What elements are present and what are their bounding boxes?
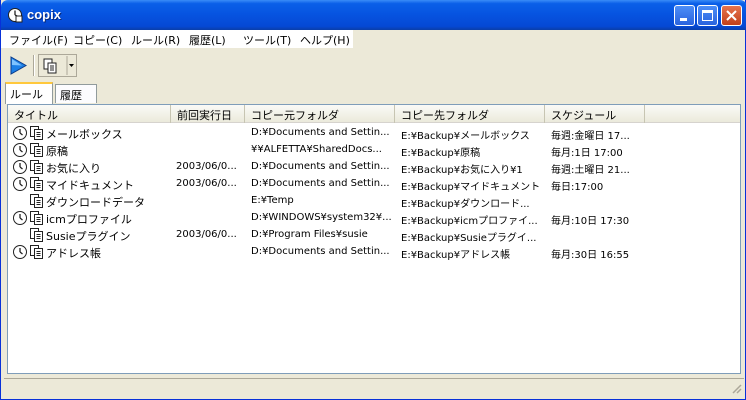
status-bar bbox=[4, 378, 744, 396]
menu-file[interactable]: ファイル(F) bbox=[9, 32, 68, 48]
maximize-button[interactable] bbox=[697, 5, 718, 26]
close-button[interactable] bbox=[721, 5, 742, 26]
column-header-schedule[interactable]: スケジュール bbox=[545, 105, 645, 123]
app-window: copix ファイル(F) コピー(C) ルール(R) 履歴(L) ツール(T)… bbox=[0, 0, 746, 400]
cell-dest: E:¥Backup¥icmプロファイ... bbox=[401, 216, 538, 227]
clock-icon bbox=[13, 245, 27, 259]
column-header-dest[interactable]: コピー先フォルダ bbox=[395, 105, 545, 123]
menu-help[interactable]: ヘルプ(H) bbox=[300, 32, 350, 48]
maximize-icon bbox=[702, 10, 713, 21]
table-row[interactable]: マイドキュメント 2003/06/0... D:¥Documents and Set… bbox=[8, 175, 740, 193]
toolbar-separator bbox=[33, 55, 35, 76]
cell-title: icmプロファイル bbox=[46, 213, 132, 226]
play-icon bbox=[10, 56, 28, 75]
dropdown-arrow-icon bbox=[69, 64, 74, 67]
cell-source: D:¥Documents and Settin... bbox=[251, 127, 390, 138]
table-row[interactable]: ダウンロードデータ E:¥Temp E:¥Backup¥ダウンロード... bbox=[8, 192, 740, 210]
cell-schedule: 毎月:1日 17:00 bbox=[551, 148, 623, 159]
rule-document-icon bbox=[30, 228, 43, 242]
menu-copy[interactable]: コピー(C) bbox=[73, 32, 122, 48]
cell-last-run: 2003/06/0... bbox=[176, 178, 237, 189]
cell-source: D:¥Documents and Settin... bbox=[251, 161, 390, 172]
title-bar[interactable]: copix bbox=[1, 0, 746, 30]
cell-schedule: 毎週:金曜日 17... bbox=[551, 131, 630, 142]
cell-title: ダウンロードデータ bbox=[46, 196, 145, 209]
rule-document-icon bbox=[30, 211, 43, 225]
cell-source: D:¥Program Files¥susie bbox=[251, 229, 368, 240]
table-row[interactable]: メールボックス D:¥Documents and Settin... E:¥Back… bbox=[8, 124, 740, 142]
minimize-button[interactable] bbox=[674, 5, 695, 26]
cell-dest: E:¥Backup¥ダウンロード... bbox=[401, 199, 530, 210]
cell-dest: E:¥Backup¥メールボックス bbox=[401, 131, 530, 142]
column-header-source[interactable]: コピー元フォルダ bbox=[245, 105, 395, 123]
cell-schedule: 毎週:土曜日 21... bbox=[551, 165, 630, 176]
clipboard-copy-icon bbox=[38, 54, 77, 77]
table-row[interactable]: icmプロファイル D:¥WINDOWS¥system32¥... E:¥Backu… bbox=[8, 209, 740, 227]
table-row[interactable]: Susieプラグイン 2003/06/0... D:¥Program Files¥s… bbox=[8, 226, 740, 244]
cell-source: D:¥Documents and Settin... bbox=[251, 178, 390, 189]
cell-title: お気に入り bbox=[46, 162, 101, 175]
cell-dest: E:¥Backup¥アドレス帳 bbox=[401, 250, 511, 261]
tab-history[interactable]: 履歴 bbox=[55, 84, 97, 103]
cell-title: Susieプラグイン bbox=[46, 230, 131, 243]
clock-icon bbox=[13, 126, 27, 140]
table-row[interactable]: 原稿 ¥¥ALFETTA¥SharedDocs... E:¥Backup¥原稿 毎月:… bbox=[8, 141, 740, 159]
menu-bar: ファイル(F) コピー(C) ルール(R) 履歴(L) ツール(T) ヘルプ(H… bbox=[1, 30, 353, 48]
cell-source: D:¥WINDOWS¥system32¥... bbox=[251, 212, 392, 223]
table-row[interactable]: お気に入り 2003/06/0... D:¥Documents and Settin… bbox=[8, 158, 740, 176]
rules-list[interactable]: タイトル 前回実行日 コピー元フォルダ コピー先フォルダ スケジュール メールボ… bbox=[7, 104, 741, 374]
cell-title: メールボックス bbox=[46, 128, 123, 141]
cell-last-run: 2003/06/0... bbox=[176, 161, 237, 172]
cell-dest: E:¥Backup¥マイドキュメント bbox=[401, 182, 541, 193]
list-header: タイトル 前回実行日 コピー元フォルダ コピー先フォルダ スケジュール bbox=[8, 105, 740, 123]
tab-rules[interactable]: ルール bbox=[5, 82, 53, 104]
cell-schedule: 毎月:10日 17:30 bbox=[551, 216, 630, 227]
rule-document-icon bbox=[30, 143, 43, 157]
clock-icon bbox=[13, 177, 27, 191]
menu-tools[interactable]: ツール(T) bbox=[243, 32, 291, 48]
minimize-icon bbox=[680, 18, 687, 21]
window-title: copix bbox=[27, 7, 61, 22]
column-header-title[interactable]: タイトル bbox=[8, 105, 171, 123]
clock-icon bbox=[13, 160, 27, 174]
table-row[interactable]: アドレス帳 D:¥Documents and Settin... E:¥Backup… bbox=[8, 243, 740, 261]
rule-document-icon bbox=[30, 194, 43, 208]
rule-document-icon bbox=[30, 160, 43, 174]
clock-icon bbox=[13, 143, 27, 157]
close-icon bbox=[726, 10, 737, 21]
copy-button[interactable] bbox=[38, 54, 78, 77]
resize-grip-icon[interactable] bbox=[730, 382, 742, 394]
rule-document-icon bbox=[30, 126, 43, 140]
cell-dest: E:¥Backup¥Susieプラグイ... bbox=[401, 233, 537, 244]
app-icon bbox=[8, 8, 23, 23]
cell-source: D:¥Documents and Settin... bbox=[251, 246, 390, 257]
cell-title: アドレス帳 bbox=[46, 247, 101, 260]
cell-source: ¥¥ALFETTA¥SharedDocs... bbox=[251, 144, 382, 155]
run-button[interactable] bbox=[7, 54, 29, 77]
cell-source: E:¥Temp bbox=[251, 195, 294, 206]
cell-title: マイドキュメント bbox=[46, 179, 134, 192]
rule-document-icon bbox=[30, 245, 43, 259]
clock-icon bbox=[13, 211, 27, 225]
rule-document-icon bbox=[30, 177, 43, 191]
cell-schedule: 毎月:30日 16:55 bbox=[551, 250, 630, 261]
cell-title: 原稿 bbox=[46, 145, 68, 158]
menu-history[interactable]: 履歴(L) bbox=[189, 32, 226, 48]
cell-last-run: 2003/06/0... bbox=[176, 229, 237, 240]
menu-rule[interactable]: ルール(R) bbox=[131, 32, 180, 48]
cell-dest: E:¥Backup¥原稿 bbox=[401, 148, 481, 159]
cell-dest: E:¥Backup¥お気に入り¥1 bbox=[401, 165, 523, 176]
column-header-last-run[interactable]: 前回実行日 bbox=[171, 105, 245, 123]
toolbar bbox=[1, 52, 746, 80]
cell-schedule: 毎日:17:00 bbox=[551, 182, 604, 193]
